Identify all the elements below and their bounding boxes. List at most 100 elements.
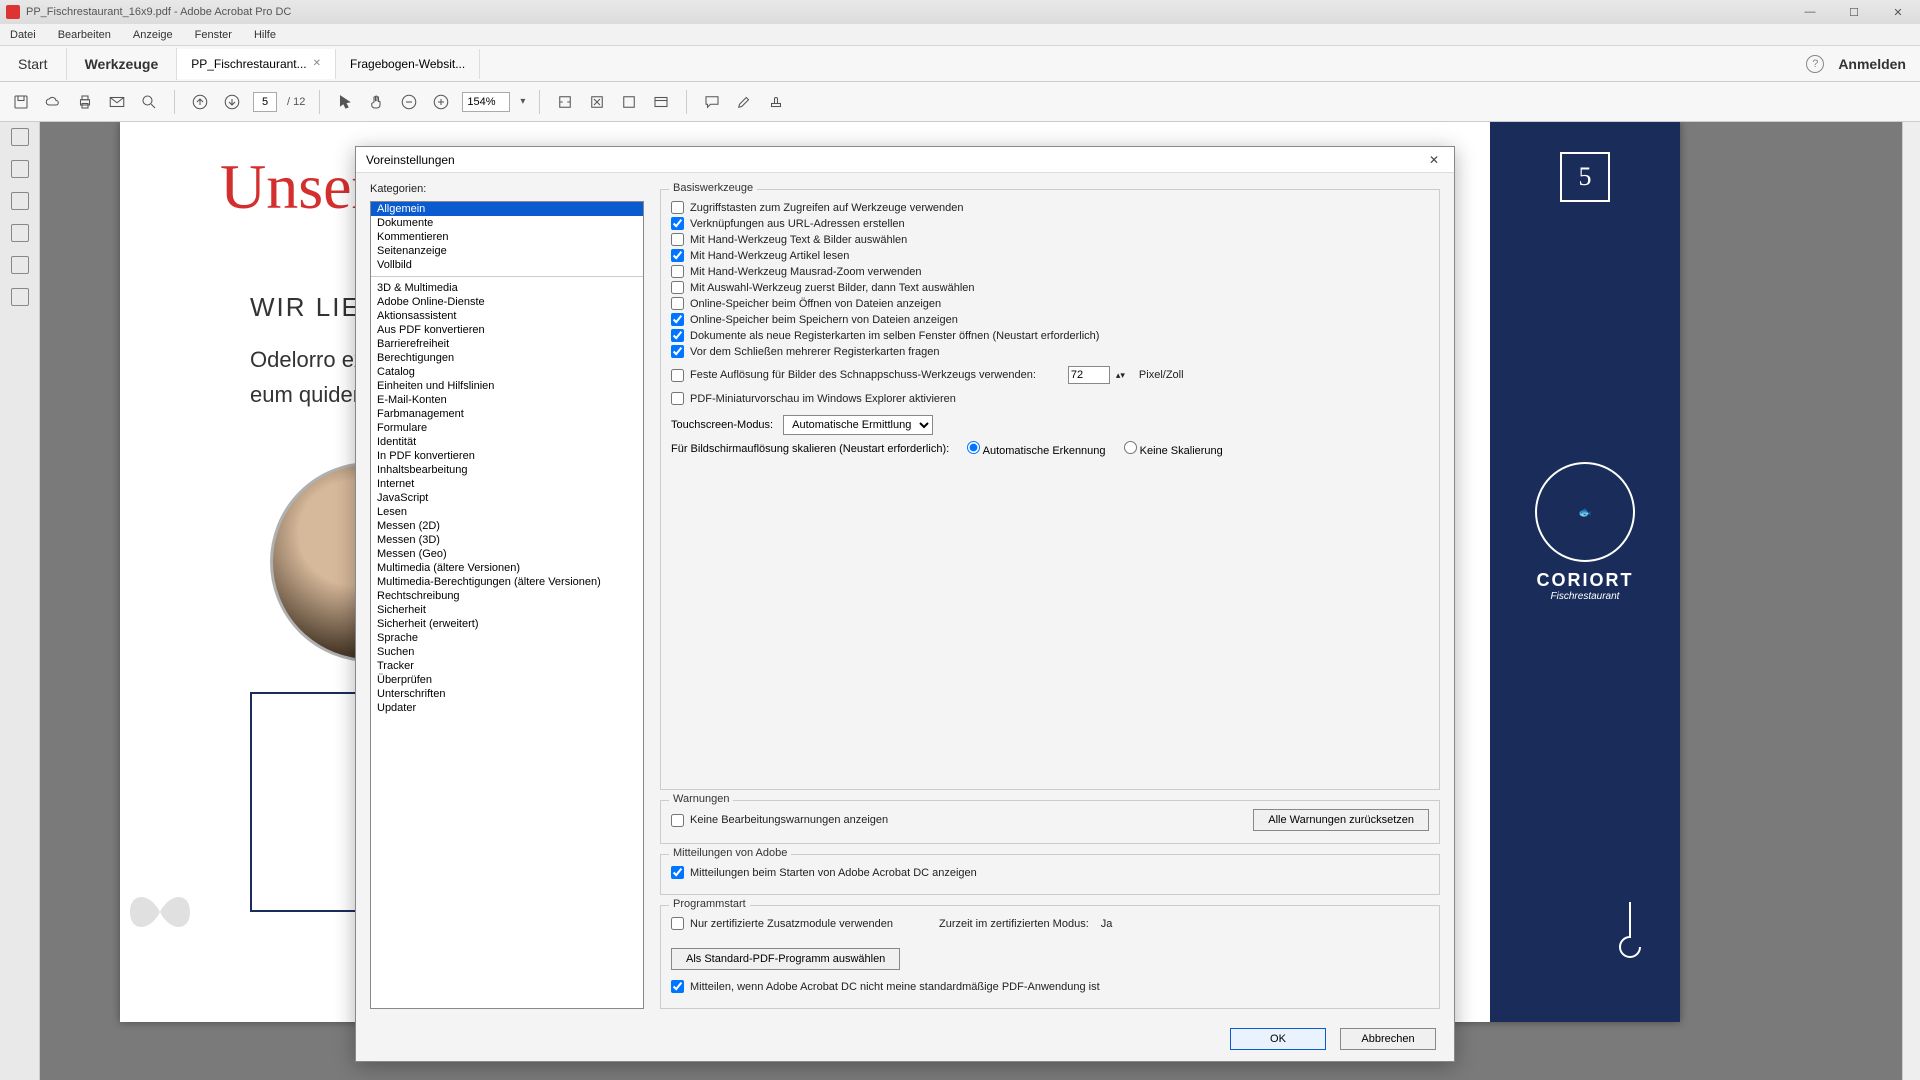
page-number-input[interactable] (253, 92, 277, 112)
basic-option-checkbox[interactable] (671, 345, 684, 358)
basic-option-checkbox[interactable] (671, 329, 684, 342)
category-item[interactable]: JavaScript (371, 491, 643, 505)
category-item[interactable]: Aktionsassistent (371, 309, 643, 323)
category-item[interactable]: Sprache (371, 631, 643, 645)
category-item[interactable]: E-Mail-Konten (371, 393, 643, 407)
basic-option-checkbox[interactable] (671, 249, 684, 262)
menu-datei[interactable]: Datei (6, 27, 40, 43)
maximize-button[interactable]: ☐ (1832, 0, 1876, 24)
certified-plugins-checkbox[interactable] (671, 917, 684, 930)
category-item[interactable]: Adobe Online-Dienste (371, 295, 643, 309)
category-item[interactable]: Sicherheit (371, 603, 643, 617)
help-icon[interactable]: ? (1806, 55, 1824, 73)
tools-tab[interactable]: Werkzeuge (67, 48, 178, 80)
default-pdf-program-button[interactable]: Als Standard-PDF-Programm auswählen (671, 948, 900, 970)
category-item[interactable]: Inhaltsbearbeitung (371, 463, 643, 477)
layers-panel-icon[interactable] (11, 256, 29, 274)
category-item[interactable]: In PDF konvertieren (371, 449, 643, 463)
attachments-panel-icon[interactable] (11, 224, 29, 242)
category-item[interactable]: Multimedia (ältere Versionen) (371, 561, 643, 575)
comment-icon[interactable] (701, 91, 723, 113)
basic-option-checkbox[interactable] (671, 281, 684, 294)
read-mode-icon[interactable] (650, 91, 672, 113)
stamp-icon[interactable] (765, 91, 787, 113)
cloud-icon[interactable] (42, 91, 64, 113)
menu-hilfe[interactable]: Hilfe (250, 27, 280, 43)
category-item[interactable]: Rechtschreibung (371, 589, 643, 603)
document-tab-1[interactable]: PP_Fischrestaurant... ✕ (177, 49, 336, 79)
thumbnail-preview-checkbox[interactable] (671, 392, 684, 405)
category-item[interactable]: Messen (2D) (371, 519, 643, 533)
fixed-resolution-input[interactable] (1068, 366, 1110, 384)
page-down-icon[interactable] (221, 91, 243, 113)
category-item[interactable]: Identität (371, 435, 643, 449)
category-item[interactable]: Tracker (371, 659, 643, 673)
category-item[interactable]: Messen (Geo) (371, 547, 643, 561)
print-icon[interactable] (74, 91, 96, 113)
fixed-resolution-checkbox[interactable] (671, 369, 684, 382)
category-item[interactable]: Updater (371, 701, 643, 715)
category-item[interactable]: Formulare (371, 421, 643, 435)
start-tab[interactable]: Start (0, 48, 67, 80)
category-item[interactable]: Sicherheit (erweitert) (371, 617, 643, 631)
close-icon[interactable]: ✕ (313, 58, 321, 69)
scale-auto-radio[interactable] (967, 441, 980, 454)
menu-fenster[interactable]: Fenster (191, 27, 236, 43)
zoom-out-icon[interactable] (398, 91, 420, 113)
signatures-panel-icon[interactable] (11, 192, 29, 210)
notify-default-checkbox[interactable] (671, 980, 684, 993)
reset-warnings-button[interactable]: Alle Warnungen zurücksetzen (1253, 809, 1429, 831)
signin-link[interactable]: Anmelden (1838, 56, 1906, 72)
no-edit-warnings-checkbox[interactable] (671, 814, 684, 827)
zoom-in-icon[interactable] (430, 91, 452, 113)
categories-list[interactable]: AllgemeinDokumenteKommentierenSeitenanze… (370, 201, 644, 1009)
hand-icon[interactable] (366, 91, 388, 113)
category-item[interactable]: Überprüfen (371, 673, 643, 687)
bookmarks-panel-icon[interactable] (11, 160, 29, 178)
category-item[interactable]: Aus PDF konvertieren (371, 323, 643, 337)
close-window-button[interactable]: ✕ (1876, 0, 1920, 24)
share-panel-icon[interactable] (11, 288, 29, 306)
basic-option-checkbox[interactable] (671, 265, 684, 278)
fit-width-icon[interactable] (554, 91, 576, 113)
category-item[interactable]: Internet (371, 477, 643, 491)
page-up-icon[interactable] (189, 91, 211, 113)
minimize-button[interactable]: — (1788, 0, 1832, 24)
basic-option-checkbox[interactable] (671, 217, 684, 230)
zoom-chevron-icon[interactable]: ▾ (520, 96, 525, 107)
category-item[interactable]: Einheiten und Hilfslinien (371, 379, 643, 393)
category-item[interactable]: Kommentieren (371, 230, 643, 244)
category-item[interactable]: Lesen (371, 505, 643, 519)
dialog-close-button[interactable]: ✕ (1424, 150, 1444, 170)
adobe-messages-checkbox[interactable] (671, 866, 684, 879)
category-item[interactable]: Dokumente (371, 216, 643, 230)
category-item[interactable]: Multimedia-Berechtigungen (ältere Versio… (371, 575, 643, 589)
fit-page-icon[interactable] (586, 91, 608, 113)
search-icon[interactable] (138, 91, 160, 113)
pages-panel-icon[interactable] (11, 128, 29, 146)
category-item[interactable]: Messen (3D) (371, 533, 643, 547)
zoom-input[interactable] (462, 92, 510, 112)
menu-anzeige[interactable]: Anzeige (129, 27, 177, 43)
fullscreen-icon[interactable] (618, 91, 640, 113)
basic-option-checkbox[interactable] (671, 297, 684, 310)
basic-option-checkbox[interactable] (671, 201, 684, 214)
document-tab-2[interactable]: Fragebogen-Websit... (336, 49, 480, 79)
ok-button[interactable]: OK (1230, 1028, 1326, 1050)
category-item[interactable]: Seitenanzeige (371, 244, 643, 258)
category-item[interactable]: 3D & Multimedia (371, 281, 643, 295)
touchscreen-mode-select[interactable]: Automatische Ermittlung (783, 415, 933, 435)
category-item[interactable]: Vollbild (371, 258, 643, 272)
category-item[interactable]: Allgemein (371, 202, 643, 216)
mail-icon[interactable] (106, 91, 128, 113)
basic-option-checkbox[interactable] (671, 313, 684, 326)
category-item[interactable]: Berechtigungen (371, 351, 643, 365)
highlight-icon[interactable] (733, 91, 755, 113)
category-item[interactable]: Barrierefreiheit (371, 337, 643, 351)
category-item[interactable]: Catalog (371, 365, 643, 379)
cursor-icon[interactable] (334, 91, 356, 113)
save-icon[interactable] (10, 91, 32, 113)
category-item[interactable]: Suchen (371, 645, 643, 659)
menu-bearbeiten[interactable]: Bearbeiten (54, 27, 115, 43)
category-item[interactable]: Unterschriften (371, 687, 643, 701)
